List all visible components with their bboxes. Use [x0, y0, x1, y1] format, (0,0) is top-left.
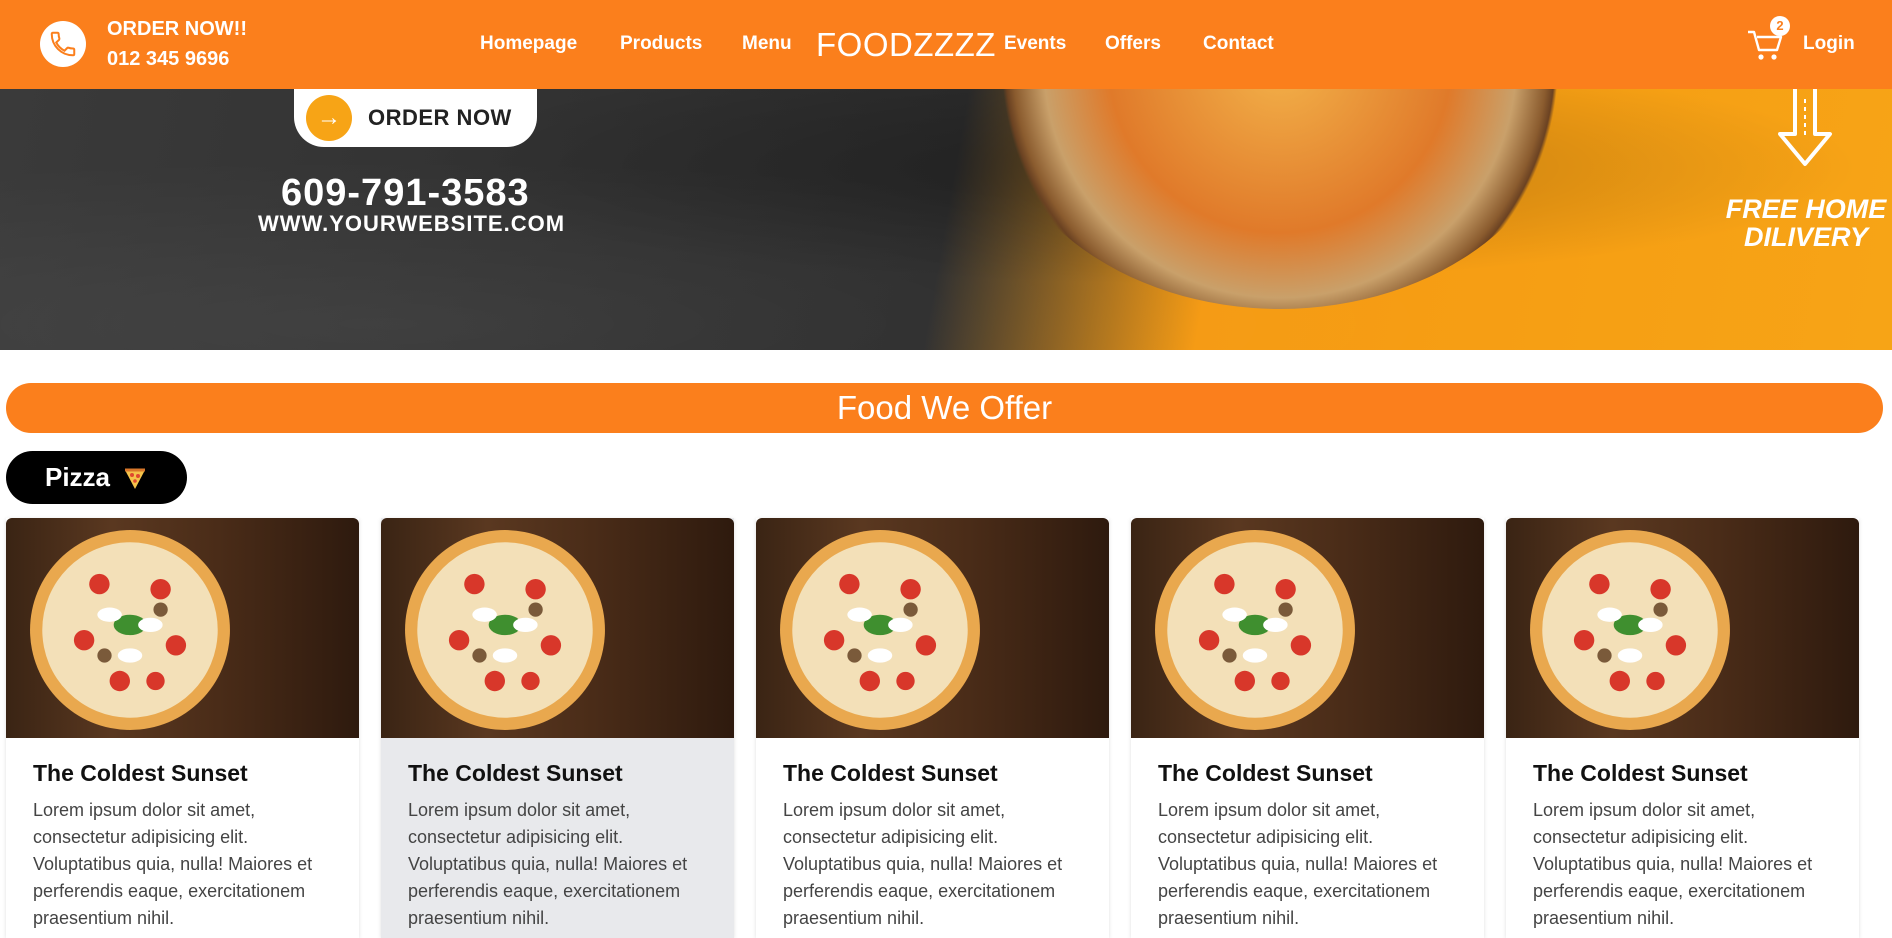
pizza-image [756, 518, 1109, 738]
pizza-illustration [30, 530, 230, 730]
card-description: Lorem ipsum dolor sit amet, consectetur … [33, 800, 313, 928]
hero-phone-number: 609-791-3583 [281, 172, 530, 214]
category-label: Pizza [44, 462, 111, 492]
nav-events[interactable]: Events [1004, 33, 1066, 55]
hero-website: WWW.YOURWEBSITE.COM [258, 211, 566, 236]
pizza-illustration [1155, 530, 1355, 730]
pizza-image [1506, 518, 1859, 738]
food-card[interactable]: The Coldest Sunset Lorem ipsum dolor sit… [1131, 518, 1484, 938]
card-title: The Coldest Sunset [408, 760, 623, 786]
nav-menu[interactable]: Menu [742, 33, 792, 55]
card-title: The Coldest Sunset [1533, 760, 1748, 786]
free-delivery-line2: DILIVERY [1743, 222, 1869, 252]
food-card[interactable]: The Coldest Sunset Lorem ipsum dolor sit… [1506, 518, 1859, 938]
nav-contact[interactable]: Contact [1203, 33, 1274, 55]
nav-products[interactable]: Products [620, 33, 702, 55]
brand-logo[interactable]: FOODZZZZ [816, 26, 996, 64]
card-title: The Coldest Sunset [1158, 760, 1373, 786]
pizza-slice-icon [125, 468, 146, 489]
food-card[interactable]: The Coldest Sunset Lorem ipsum dolor sit… [6, 518, 359, 938]
free-delivery-line1: FREE HOME [1725, 194, 1887, 224]
phone-icon [40, 21, 86, 67]
nav-homepage[interactable]: Homepage [480, 33, 577, 55]
free-delivery-text: FREE HOME DILIVERY [1716, 195, 1892, 251]
card-description: Lorem ipsum dolor sit amet, consectetur … [783, 800, 1063, 928]
nav-offers[interactable]: Offers [1105, 33, 1161, 55]
cart-count-badge: 2 [1770, 16, 1790, 36]
card-title: The Coldest Sunset [783, 760, 998, 786]
pizza-image [1131, 518, 1484, 738]
pizza-illustration [780, 530, 980, 730]
food-card[interactable]: The Coldest Sunset Lorem ipsum dolor sit… [756, 518, 1109, 938]
order-now-label[interactable]: ORDER NOW!! [107, 18, 247, 41]
card-description: Lorem ipsum dolor sit amet, consectetur … [1158, 800, 1438, 928]
card-title: The Coldest Sunset [33, 760, 248, 786]
food-card[interactable]: The Coldest Sunset Lorem ipsum dolor sit… [381, 518, 734, 938]
pizza-illustration [1530, 530, 1730, 730]
login-link[interactable]: Login [1803, 33, 1855, 55]
hero-banner: → ORDER NOW 609-791-3583 WWW.YOURWEBSITE… [0, 89, 1892, 350]
hero-order-button[interactable]: → ORDER NOW [294, 89, 537, 147]
order-phone-number[interactable]: 012 345 9696 [107, 48, 229, 71]
card-description: Lorem ipsum dolor sit amet, consectetur … [408, 800, 688, 928]
down-arrow-icon [1778, 89, 1832, 166]
top-header: ORDER NOW!! 012 345 9696 Homepage Produc… [0, 0, 1892, 89]
category-pizza-button[interactable]: Pizza [6, 451, 187, 504]
hero-order-label: ORDER NOW [368, 105, 512, 130]
section-title: Food We Offer [6, 383, 1883, 433]
card-description: Lorem ipsum dolor sit amet, consectetur … [1533, 800, 1813, 928]
pizza-image [6, 518, 359, 738]
pizza-image [381, 518, 734, 738]
arrow-right-icon: → [306, 95, 352, 141]
pizza-illustration [405, 530, 605, 730]
